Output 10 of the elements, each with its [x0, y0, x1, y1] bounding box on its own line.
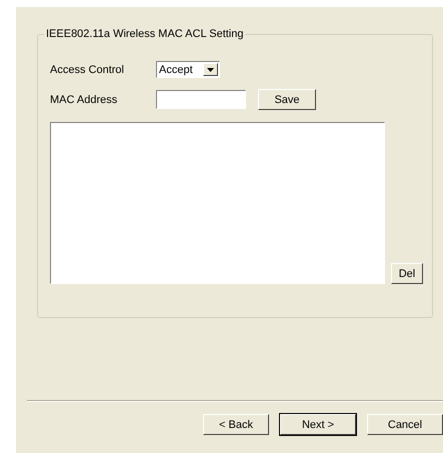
access-control-label: Access Control	[50, 64, 125, 76]
del-button[interactable]: Del	[391, 263, 423, 284]
wizard-button[interactable]: Cancel	[367, 414, 443, 435]
wizard-button[interactable]: < Back	[203, 414, 269, 435]
wizard-button[interactable]: Next >	[280, 414, 356, 435]
mac-address-field[interactable]	[156, 90, 246, 109]
mac-address-label: MAC Address	[50, 94, 118, 106]
access-control-dropdown[interactable]: Accept	[156, 61, 220, 78]
group-title: IEEE802.11a Wireless MAC ACL Setting	[45, 28, 244, 40]
save-button[interactable]: Save	[258, 89, 316, 110]
